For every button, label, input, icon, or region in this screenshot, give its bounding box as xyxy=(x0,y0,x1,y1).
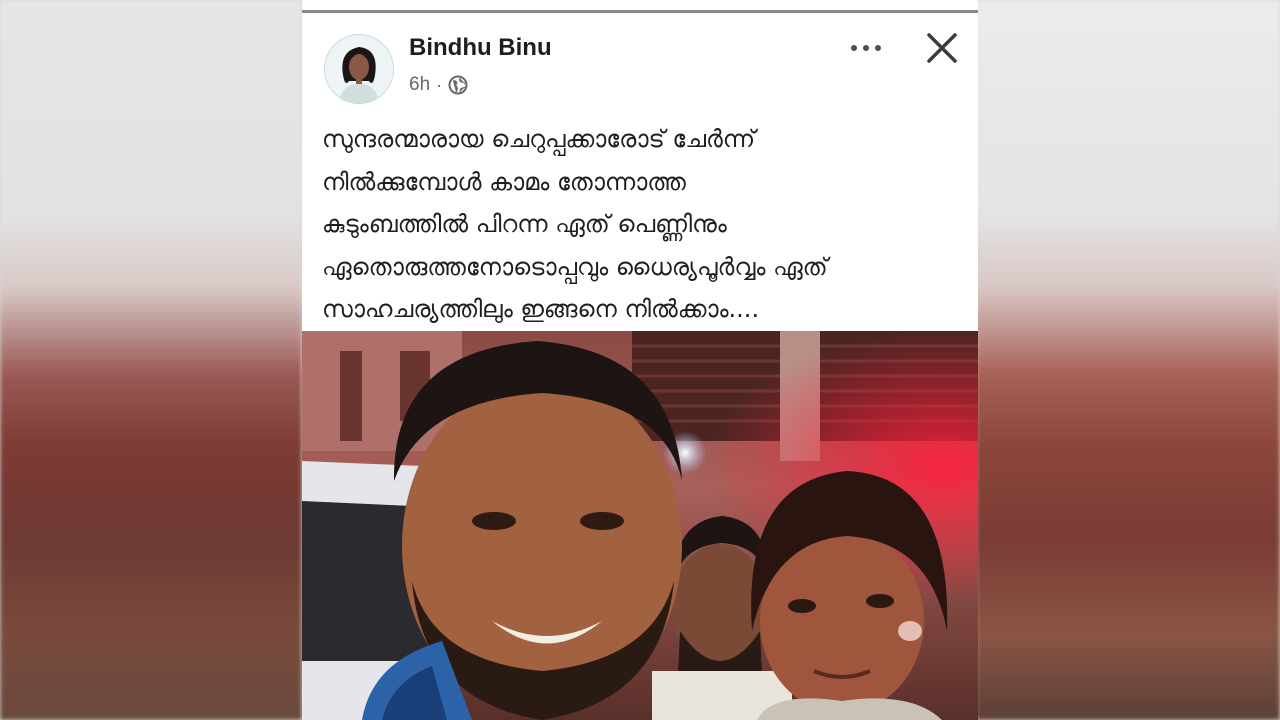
post-text-line: കുടുംബത്തിൽ പിറന്ന ഏത് പെണ്ണിനും xyxy=(322,210,727,238)
close-icon xyxy=(927,33,957,63)
top-divider xyxy=(302,10,978,13)
post-message: സുന്ദരന്മാരായ ചെറുപ്പക്കാരോട് ചേർന്ന് നി… xyxy=(322,118,962,331)
profile-photo-icon xyxy=(325,35,393,103)
post-image xyxy=(302,331,978,720)
post-text-line: സാഹചര്യത്തിലും ഇങ്ങനെ നിൽക്കാം.... xyxy=(322,295,760,323)
post-text-line: ഏതൊരുത്തനോടൊപ്പവും ധൈര്യപൂർവ്വം ഏത് xyxy=(322,252,828,281)
more-options-button[interactable] xyxy=(846,36,886,60)
post-text-line: നിൽക്കുമ്പോൾ കാമം തോന്നാത്ത xyxy=(322,167,686,196)
post-text-line: സുന്ദരന്മാരായ ചെറുപ്പക്കാരോട് ചേർന്ന് xyxy=(322,125,756,153)
facebook-post-card: Bindhu Binu 6h · സുന്ദരന്മാരായ ചെറുപ്പക്… xyxy=(302,0,978,720)
blurred-background-right xyxy=(976,0,1280,720)
avatar[interactable] xyxy=(324,34,394,104)
meta-separator: · xyxy=(436,74,443,95)
post-photo[interactable] xyxy=(302,331,978,720)
post-meta: 6h · xyxy=(409,74,468,96)
more-horizontal-icon xyxy=(851,45,881,51)
blurred-background-left xyxy=(0,0,302,720)
post-timestamp[interactable]: 6h xyxy=(409,74,430,96)
author-name[interactable]: Bindhu Binu xyxy=(409,34,552,62)
close-button[interactable] xyxy=(922,28,962,68)
globe-icon[interactable] xyxy=(448,75,468,95)
